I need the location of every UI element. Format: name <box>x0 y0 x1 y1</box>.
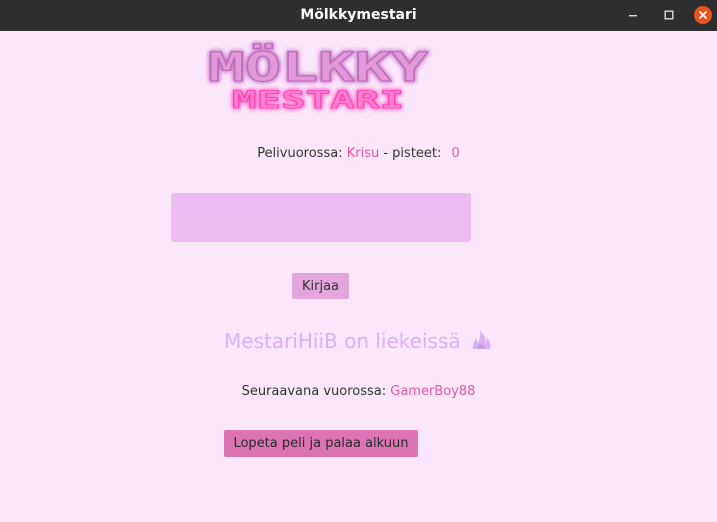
maximize-button[interactable] <box>660 6 678 24</box>
title-bar[interactable]: Mölkkymestari <box>0 0 717 31</box>
next-player-name: GamerBoy88 <box>390 384 476 399</box>
status-message: MestariHiiB on liekeissä <box>224 329 461 353</box>
app-window: Mölkkymestari MÖLKKY MESTARI Pelivuoross… <box>0 0 717 522</box>
current-player-name: Krisu <box>346 146 380 161</box>
next-turn-line: Seuraavana vuorossa: GamerBoy88 <box>0 384 717 399</box>
close-button[interactable] <box>694 6 712 24</box>
score-input[interactable] <box>171 193 471 242</box>
maximize-icon <box>664 10 674 20</box>
quit-game-button[interactable]: Lopeta peli ja palaa alkuun <box>224 430 418 457</box>
minimize-button[interactable] <box>624 6 642 24</box>
points-label: - pisteet: <box>383 146 442 161</box>
current-player-points: 0 <box>451 146 460 161</box>
current-turn-line: Pelivuorossa: Krisu - pisteet: 0 <box>0 146 717 161</box>
current-turn-label: Pelivuorossa: <box>257 146 343 161</box>
minimize-icon <box>629 15 637 17</box>
fire-icon <box>472 331 491 349</box>
record-score-button[interactable]: Kirjaa <box>292 273 349 299</box>
window-title: Mölkkymestari <box>300 7 417 23</box>
close-icon <box>699 11 707 19</box>
logo-line-2: MESTARI <box>232 86 404 114</box>
logo-line-1: MÖLKKY <box>208 43 428 91</box>
status-message-line: MestariHiiB on liekeissä <box>0 329 717 353</box>
next-turn-label: Seuraavana vuorossa: <box>241 384 387 399</box>
molkky-mestari-logo: MÖLKKY MESTARI <box>207 42 428 114</box>
